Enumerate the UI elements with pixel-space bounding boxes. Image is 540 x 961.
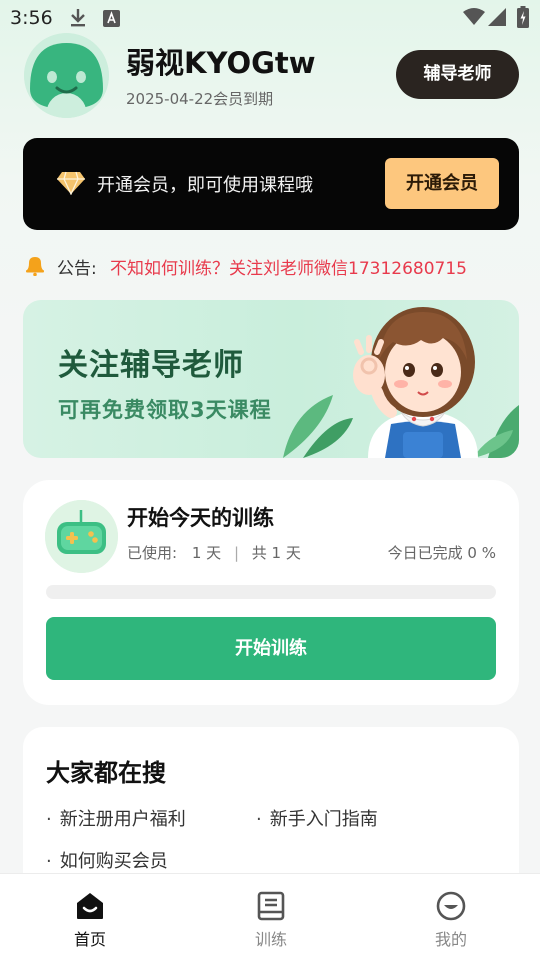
promo-title: 关注辅导老师	[58, 348, 244, 383]
battery-icon	[517, 6, 529, 32]
used-value: 1 天	[191, 544, 222, 562]
avatar-face-icon	[24, 33, 109, 118]
notice-label: 公告:	[57, 259, 97, 279]
nav-item-home[interactable]: 首页	[30, 874, 150, 961]
gamepad-icon	[45, 500, 118, 573]
notice-text[interactable]: 不知如何训练？关注刘老师微信17312680715	[110, 254, 467, 279]
profile-icon	[436, 891, 466, 925]
avatar[interactable]	[24, 33, 109, 118]
total-days: 共 1 天	[251, 544, 301, 562]
popular-search-title: 大家都在搜	[46, 759, 166, 787]
bell-icon	[24, 254, 46, 280]
follow-tutor-promo-banner[interactable]: 关注辅导老师 可再免费领取3天课程	[23, 300, 519, 458]
vip-banner-text: 开通会员，即可使用课程哦	[97, 175, 313, 196]
training-progress-bar	[46, 585, 496, 599]
today-progress-text: 今日已完成 0 %	[387, 544, 496, 562]
used-label: 已使用:	[127, 544, 178, 562]
training-title: 开始今天的训练	[127, 506, 274, 530]
promo-subtitle: 可再免费领取3天课程	[58, 398, 272, 422]
status-bar: 3:56	[0, 0, 540, 36]
bullet-dot: ·	[256, 809, 262, 830]
search-item-how-to-buy-membership[interactable]: · 如何购买会员	[46, 847, 168, 873]
search-item-beginner-guide[interactable]: · 新手入门指南	[256, 805, 378, 831]
vip-banner[interactable]: 开通会员，即可使用课程哦 开通会员	[23, 138, 519, 230]
girl-illustration-icon	[283, 307, 519, 458]
nav-item-mine[interactable]: 我的	[391, 874, 511, 961]
status-time: 3:56	[10, 7, 53, 29]
divider: |	[233, 544, 239, 562]
nav-label-training: 训练	[254, 930, 287, 949]
tutor-button[interactable]: 辅导老师	[396, 50, 519, 99]
membership-expire-date: 2025-04-22会员到期	[126, 90, 274, 108]
nav-label-mine: 我的	[434, 930, 467, 949]
start-training-button[interactable]: 开始训练	[46, 617, 496, 680]
open-membership-button[interactable]: 开通会员	[385, 158, 499, 209]
download-icon	[69, 8, 87, 32]
bullet-dot: ·	[46, 851, 52, 872]
training-used-days: 已使用: 1 天 | 共 1 天	[127, 542, 301, 563]
nav-label-home: 首页	[73, 930, 106, 949]
book-icon	[256, 891, 286, 925]
training-card: 开始今天的训练 已使用: 1 天 | 共 1 天 今日已完成 0 % 开始训练	[23, 480, 519, 705]
wifi-icon	[463, 8, 485, 30]
username: 弱视KYOGtw	[126, 46, 316, 80]
bottom-navigation: 首页 训练 我的	[0, 873, 540, 961]
diamond-icon	[57, 171, 85, 199]
nav-item-training[interactable]: 训练	[211, 874, 331, 961]
bullet-dot: ·	[46, 809, 52, 830]
home-icon	[75, 891, 105, 925]
keyboard-a-icon	[103, 10, 120, 31]
search-item-new-user-benefits[interactable]: · 新注册用户福利	[46, 805, 186, 831]
signal-icon	[488, 8, 506, 30]
